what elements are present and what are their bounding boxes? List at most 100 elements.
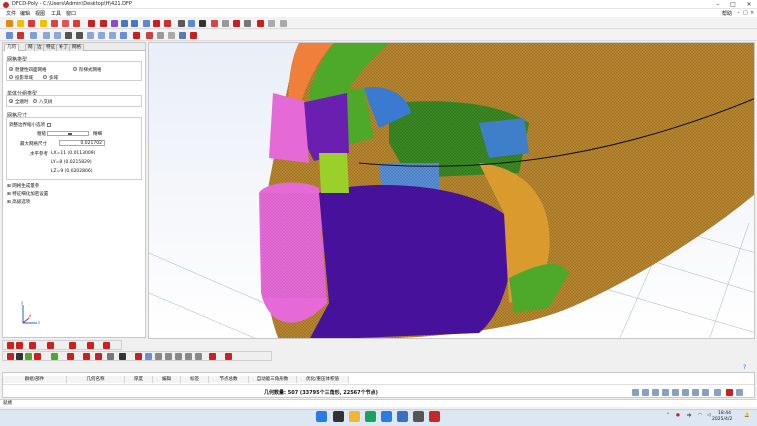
mdi-minimize-icon[interactable]: –	[737, 10, 740, 16]
left-view-icon[interactable]	[87, 32, 94, 39]
show-icon[interactable]	[7, 342, 14, 349]
max-size-field[interactable]: 0.021702	[59, 140, 105, 146]
status-close-icon[interactable]	[726, 389, 733, 396]
book-icon[interactable]	[121, 20, 128, 27]
export-icon[interactable]	[51, 20, 58, 27]
status-tool-9-icon[interactable]	[714, 389, 721, 396]
app-icon[interactable]	[413, 411, 424, 422]
top-view-icon[interactable]	[65, 32, 72, 39]
col-thickness[interactable]: 厚度	[125, 376, 153, 383]
paint-icon[interactable]	[211, 20, 218, 27]
delete-icon[interactable]	[7, 353, 14, 360]
status-tool-6-icon[interactable]	[682, 389, 689, 396]
home-icon[interactable]	[135, 353, 142, 360]
col-nodes[interactable]: 节点总数	[209, 376, 249, 383]
mdi-close-icon[interactable]: ×	[750, 10, 754, 16]
cross-icon[interactable]	[133, 32, 140, 39]
tree-item-feature-refine[interactable]: ⊞ 特征细化加密设置	[7, 191, 48, 197]
ruler-icon[interactable]	[190, 32, 197, 39]
zoom-icon[interactable]	[164, 20, 171, 27]
rotate-icon[interactable]	[6, 32, 13, 39]
save-icon[interactable]	[28, 20, 35, 27]
clip-icon[interactable]	[103, 342, 110, 349]
box-icon[interactable]	[69, 342, 76, 349]
section-icon[interactable]	[87, 342, 94, 349]
menu-help[interactable]: 帮助	[722, 10, 732, 17]
window-icon[interactable]	[244, 20, 251, 27]
notification-icon[interactable]: 🔔	[744, 413, 750, 418]
mesh-size-slider[interactable]	[47, 131, 89, 136]
mark-icon[interactable]	[95, 353, 102, 360]
edge-browser-icon[interactable]	[365, 411, 376, 422]
fit-view-icon[interactable]	[120, 32, 127, 39]
clock-time[interactable]: 18:44	[718, 411, 731, 416]
dfcd-app-icon[interactable]	[429, 411, 440, 422]
undo-icon[interactable]	[62, 20, 69, 27]
grid-view-icon[interactable]	[131, 20, 138, 27]
face-icon[interactable]	[47, 342, 54, 349]
points-icon[interactable]	[178, 20, 185, 27]
menu-edit[interactable]: 编辑	[20, 10, 30, 17]
panel-icon[interactable]	[179, 32, 186, 39]
minimize-icon[interactable]: –	[712, 0, 724, 9]
file-explorer-icon[interactable]	[349, 411, 360, 422]
iso-view-icon[interactable]	[109, 32, 116, 39]
search-icon[interactable]	[333, 411, 344, 422]
col-tag[interactable]: 标签	[181, 376, 209, 383]
hash-icon[interactable]	[83, 353, 90, 360]
gear-icon[interactable]	[157, 32, 164, 39]
new-file-icon[interactable]	[6, 20, 13, 27]
menu-tools[interactable]: 工具	[51, 10, 61, 17]
import-icon[interactable]	[40, 20, 47, 27]
col-triangles[interactable]: 自动能三角形数	[249, 376, 297, 383]
col-group[interactable]: 群组/部件	[3, 376, 67, 383]
front-view-icon[interactable]	[43, 32, 50, 39]
graphics-viewport[interactable]	[148, 42, 755, 339]
status-grid-icon[interactable]	[736, 389, 743, 396]
radio-multi-domain[interactable]: 多域	[43, 75, 58, 81]
status-tool-2-icon[interactable]	[642, 389, 649, 396]
status-tool-7-icon[interactable]	[692, 389, 699, 396]
stop-icon[interactable]	[153, 20, 160, 27]
brush-icon[interactable]	[111, 20, 118, 27]
wifi-icon[interactable]: ◠	[698, 413, 702, 418]
block-icon[interactable]	[155, 353, 162, 360]
status-tool-4-icon[interactable]	[662, 389, 669, 396]
bottom-view-icon[interactable]	[76, 32, 83, 39]
radio-staircase[interactable]: 阶梯式网格	[73, 67, 102, 73]
target-icon[interactable]	[268, 20, 275, 27]
tab-geometry[interactable]: 几何	[4, 44, 19, 51]
circle-icon[interactable]	[209, 353, 216, 360]
store-icon[interactable]	[381, 411, 392, 422]
block5-icon[interactable]	[195, 353, 202, 360]
hide-icon[interactable]	[16, 342, 23, 349]
menu-file[interactable]: 文件	[6, 10, 16, 17]
slider-handle[interactable]	[68, 133, 72, 135]
mdi-restore-icon[interactable]: □	[743, 10, 748, 16]
view-icon[interactable]	[145, 353, 152, 360]
clock-date[interactable]: 2025/4/2	[712, 417, 732, 422]
tab-grid[interactable]: 网格	[69, 44, 84, 51]
tray-chevron-icon[interactable]: ⌃	[666, 413, 670, 418]
col-geometry[interactable]: 几何名称	[67, 376, 125, 383]
arrow-icon[interactable]	[222, 20, 229, 27]
status-tool-3-icon[interactable]	[652, 389, 659, 396]
tree-item-mesh-params[interactable]: ⊞ 网格生成量参	[7, 183, 39, 189]
right-view-icon[interactable]	[98, 32, 105, 39]
radio-octree[interactable]: 八叉树	[33, 99, 53, 105]
list-view-icon[interactable]	[107, 353, 114, 360]
radio-projection[interactable]: 投影草域	[9, 75, 33, 81]
tree-item-advanced[interactable]: ⊞ 高级选项	[7, 199, 30, 205]
mail-icon[interactable]	[397, 411, 408, 422]
col-volume[interactable]: 优化/重压体积值	[297, 376, 349, 383]
radio-full[interactable]: 全顺时	[9, 99, 29, 105]
radio-robust-tet[interactable]: 稳健性四面网格	[9, 67, 47, 73]
table-icon[interactable]	[146, 32, 153, 39]
redo-icon[interactable]	[73, 20, 80, 27]
block3-icon[interactable]	[175, 353, 182, 360]
col-edit[interactable]: 编辑	[153, 376, 181, 383]
status-tool-8-icon[interactable]	[702, 389, 709, 396]
ime-indicator[interactable]: 中	[687, 413, 692, 419]
cursor-icon[interactable]	[233, 20, 240, 27]
status-tool-5-icon[interactable]	[672, 389, 679, 396]
